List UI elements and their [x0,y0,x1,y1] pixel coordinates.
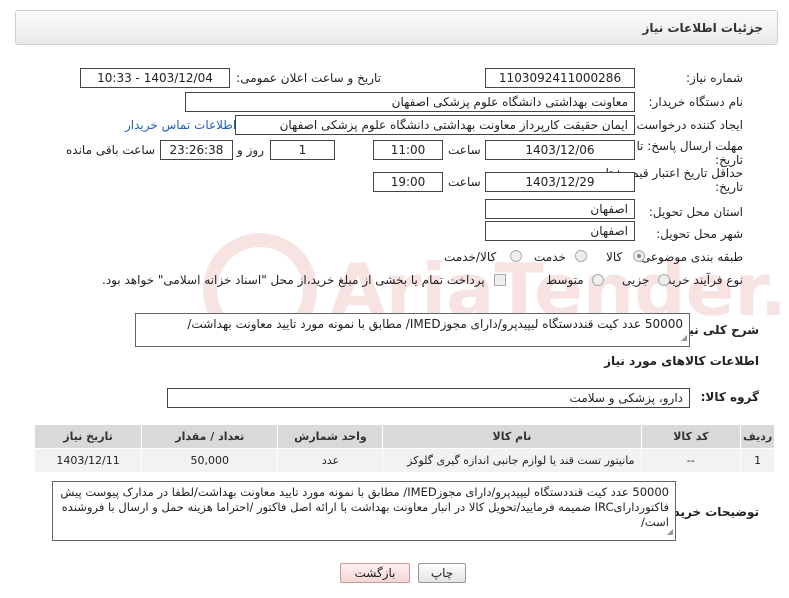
goods-group-field: دارو، پزشکی و سلامت [167,388,690,408]
resize-grip-icon[interactable]: ◢ [667,524,673,539]
buyer-org-field: معاونت بهداشتی دانشگاه علوم پزشکی اصفهان [185,92,635,112]
print-button[interactable]: چاپ [418,563,466,583]
cell-row: 1 [740,448,775,473]
price-time-field: 19:00 [373,172,443,192]
announce-date-label: تاریخ و ساعت اعلان عمومی: [236,71,381,85]
table-row: 1 -- مانیتور تست قند یا لوازم جانبی اندا… [33,448,775,473]
cell-date: 1403/12/11 [33,448,143,473]
category-service-label: خدمت [534,250,566,264]
description-text: 50000 عدد کیت قنددستگاه لیپیدپرو/دارای م… [187,317,683,331]
price-date-field: 1403/12/29 [485,172,635,192]
reply-time-field: 11:00 [373,140,443,160]
days-label: روز و [237,143,264,157]
col-name: نام کالا [382,424,642,449]
need-number-field: 1103092411000286 [485,68,635,88]
time-remaining-label: ساعت باقی مانده [66,143,156,157]
goods-group-label: گروه کالا: [700,390,759,404]
province-label: استان محل تحویل: [648,205,743,219]
price-validity-label-2: تاریخ: [715,180,743,194]
city-field: اصفهان [485,221,635,241]
col-code: کد کالا [640,424,742,449]
cell-qty: 50,000 [141,448,279,473]
category-goods-radio[interactable] [633,250,645,262]
category-goods-label: کالا [606,250,623,264]
category-both-label: کالا/خدمت [444,250,497,264]
col-date: تاریخ نیاز [33,424,143,449]
reply-date-field: 1403/12/06 [485,140,635,160]
col-qty: تعداد / مقدار [141,424,279,449]
col-unit: واحد شمارش [277,424,384,449]
time-remaining-field: 23:26:38 [160,140,233,160]
cell-name: مانیتور تست قند یا لوازم جانبی اندازه گی… [382,448,642,473]
details-header-panel: جزئیات اطلاعات نیاز [15,10,778,45]
buyer-notes-textarea[interactable]: 50000 عدد کیت قنددستگاه لیپیدپرو/دارای م… [52,481,676,541]
reply-deadline-label: مهلت ارسال پاسخ: تا [636,139,743,153]
province-field: اصفهان [485,199,635,219]
need-number-label: شماره نیاز: [686,71,743,85]
back-button[interactable]: بازگشت [340,563,410,583]
page-title: جزئیات اطلاعات نیاز [642,21,763,35]
buyer-notes-text: 50000 عدد کیت قنددستگاه لیپیدپرو/دارای م… [60,485,669,529]
goods-section-title: اطلاعات کالاهای مورد نیاز [604,354,759,368]
process-medium-label: متوسط [546,273,584,287]
goods-table: ردیف کد کالا نام کالا واحد شمارش تعداد /… [33,424,775,473]
buyer-contact-link[interactable]: اطلاعات تماس خریدار [125,118,236,132]
process-minor-radio[interactable] [658,274,670,286]
category-both-radio[interactable] [510,250,522,262]
reply-time-label: ساعت [448,143,481,157]
cell-code: -- [640,448,742,473]
buyer-org-label: نام دستگاه خریدار: [648,95,744,109]
announce-date-field: 1403/12/04 - 10:33 [80,68,230,88]
creator-field: ایمان حقیقت کارپرداز معاونت بهداشتی دانش… [235,115,635,135]
price-time-label: ساعت [448,175,481,189]
days-remaining-field: 1 [270,140,335,160]
category-service-radio[interactable] [575,250,587,262]
process-minor-label: جزیی [622,273,650,287]
creator-label: ایجاد کننده درخواست: [632,118,743,132]
reply-deadline-label-2: تاریخ: [715,153,743,167]
cell-unit: عدد [277,448,384,473]
category-label: طبقه بندی موضوعی: [636,250,743,264]
city-label: شهر محل تحویل: [656,227,743,241]
process-label: نوع فرآیند خرید : [658,273,743,287]
treasury-payment-note: پرداخت تمام یا بخشی از مبلغ خرید،از محل … [102,273,485,287]
treasury-payment-checkbox[interactable] [494,274,506,286]
resize-grip-icon[interactable]: ◢ [681,330,687,345]
process-medium-radio[interactable] [592,274,604,286]
description-textarea[interactable]: 50000 عدد کیت قنددستگاه لیپیدپرو/دارای م… [135,313,690,347]
col-row: ردیف [740,424,775,449]
